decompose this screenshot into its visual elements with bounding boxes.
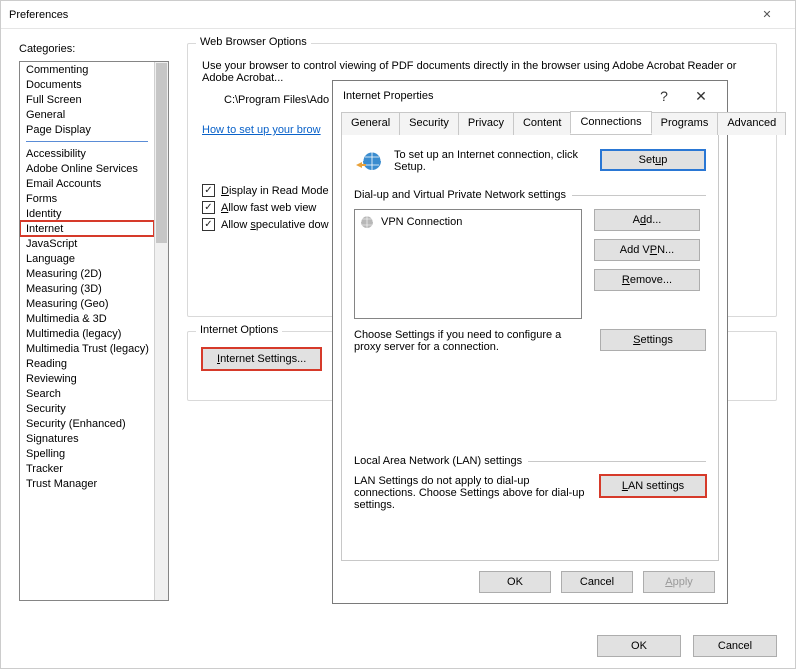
divider [528, 461, 706, 462]
remove-button[interactable]: Remove... [594, 269, 700, 291]
lan-settings-button[interactable]: LAN settings [600, 475, 706, 497]
vpn-entry-label: VPN Connection [381, 216, 462, 228]
check-fast-web-label: Allow fast web view [221, 202, 316, 214]
category-item[interactable]: Measuring (2D) [20, 266, 154, 281]
lan-text: LAN Settings do not apply to dial-up con… [354, 475, 588, 511]
category-item[interactable]: Full Screen [20, 92, 154, 107]
tab-programs[interactable]: Programs [651, 112, 719, 135]
inet-title: Internet Properties [343, 90, 647, 102]
category-item[interactable]: Reviewing [20, 371, 154, 386]
vpn-buttons: Add... Add VPN... Remove... [594, 209, 700, 319]
scrollbar-thumb[interactable] [156, 63, 167, 243]
lan-section-label: Local Area Network (LAN) settings [354, 455, 706, 467]
dialup-label-text: Dial-up and Virtual Private Network sett… [354, 189, 566, 201]
category-item[interactable]: Documents [20, 77, 154, 92]
category-item[interactable]: Language [20, 251, 154, 266]
connections-tab-content: To set up an Internet connection, click … [341, 135, 719, 561]
category-item[interactable]: Page Display [20, 122, 154, 137]
category-item[interactable]: Multimedia & 3D [20, 311, 154, 326]
dialup-section-label: Dial-up and Virtual Private Network sett… [354, 189, 706, 201]
category-item[interactable]: Multimedia Trust (legacy) [20, 341, 154, 356]
vpn-listbox[interactable]: VPN Connection [354, 209, 582, 319]
settings-button[interactable]: Settings [600, 329, 706, 351]
categories-listbox[interactable]: CommentingDocumentsFull ScreenGeneralPag… [19, 61, 169, 601]
setup-button[interactable]: Setup [600, 149, 706, 171]
checkbox-icon[interactable] [202, 218, 215, 231]
category-item[interactable]: Search [20, 386, 154, 401]
category-item[interactable]: Adobe Online Services [20, 161, 154, 176]
group-caption: Internet Options [196, 324, 282, 336]
category-item[interactable]: JavaScript [20, 236, 154, 251]
category-item[interactable]: Signatures [20, 431, 154, 446]
category-item[interactable]: Commenting [20, 62, 154, 77]
apply-button[interactable]: Apply [643, 571, 715, 593]
cancel-button[interactable]: Cancel [561, 571, 633, 593]
check-speculative-label: Allow speculative dow [221, 219, 329, 231]
category-item[interactable]: Trust Manager [20, 476, 154, 491]
category-item[interactable]: Internet [20, 221, 154, 236]
category-item[interactable]: General [20, 107, 154, 122]
setup-row: To set up an Internet connection, click … [354, 149, 706, 175]
help-icon[interactable]: ? [647, 88, 681, 104]
ok-button[interactable]: OK [479, 571, 551, 593]
category-item[interactable]: Measuring (3D) [20, 281, 154, 296]
category-item[interactable]: Accessibility [20, 146, 154, 161]
proxy-row: Choose Settings if you need to configure… [354, 329, 706, 353]
tab-connections[interactable]: Connections [570, 111, 651, 134]
category-item[interactable]: Reading [20, 356, 154, 371]
inet-footer: OK Cancel Apply [333, 561, 727, 603]
prefs-title: Preferences [9, 9, 747, 21]
category-item[interactable]: Email Accounts [20, 176, 154, 191]
category-item[interactable]: Identity [20, 206, 154, 221]
category-item[interactable]: Security [20, 401, 154, 416]
category-item[interactable]: Spelling [20, 446, 154, 461]
howto-link[interactable]: How to set up your brow [202, 124, 321, 136]
checkbox-icon[interactable] [202, 201, 215, 214]
prefs-footer: OK Cancel [1, 624, 795, 668]
add-button[interactable]: Add... [594, 209, 700, 231]
category-separator [26, 141, 148, 142]
ok-button[interactable]: OK [597, 635, 681, 657]
tab-advanced[interactable]: Advanced [717, 112, 786, 135]
category-item[interactable]: Multimedia (legacy) [20, 326, 154, 341]
vpn-connection-icon [359, 214, 375, 230]
close-icon[interactable]: ✕ [681, 88, 721, 105]
vpn-entry[interactable]: VPN Connection [359, 214, 577, 230]
inet-tabstrip: GeneralSecurityPrivacyContentConnections… [341, 111, 719, 135]
check-read-mode-label: Display in Read Mode [221, 185, 329, 197]
category-item[interactable]: Forms [20, 191, 154, 206]
proxy-text: Choose Settings if you need to configure… [354, 329, 588, 353]
internet-settings-button[interactable]: Internet Settings... [202, 348, 321, 370]
lan-row: LAN Settings do not apply to dial-up con… [354, 475, 706, 511]
tab-general[interactable]: General [341, 112, 400, 135]
tab-content[interactable]: Content [513, 112, 572, 135]
internet-properties-dialog: Internet Properties ? ✕ GeneralSecurityP… [332, 80, 728, 604]
group-caption: Web Browser Options [196, 36, 311, 48]
category-item[interactable]: Security (Enhanced) [20, 416, 154, 431]
inet-titlebar: Internet Properties ? ✕ [333, 81, 727, 111]
divider [572, 195, 706, 196]
tab-privacy[interactable]: Privacy [458, 112, 514, 135]
category-item[interactable]: Tracker [20, 461, 154, 476]
add-vpn-button[interactable]: Add VPN... [594, 239, 700, 261]
category-item[interactable]: Measuring (Geo) [20, 296, 154, 311]
prefs-titlebar: Preferences ✕ [1, 1, 795, 29]
tab-security[interactable]: Security [399, 112, 459, 135]
vpn-row: VPN Connection Add... Add VPN... Remove.… [354, 209, 706, 319]
scrollbar[interactable] [154, 62, 168, 600]
lan-label-text: Local Area Network (LAN) settings [354, 455, 522, 467]
setup-text: To set up an Internet connection, click … [394, 149, 590, 173]
globe-wizard-icon [354, 149, 384, 175]
cancel-button[interactable]: Cancel [693, 635, 777, 657]
checkbox-icon[interactable] [202, 184, 215, 197]
close-icon[interactable]: ✕ [747, 3, 787, 27]
